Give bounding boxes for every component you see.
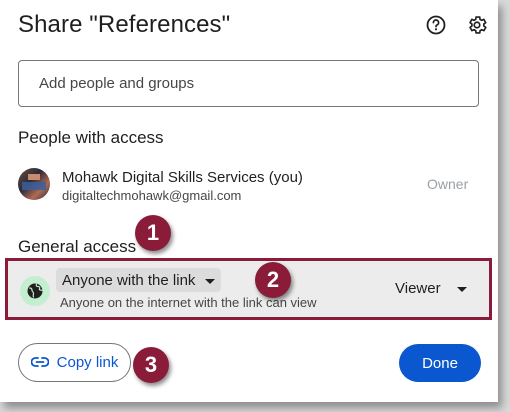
annotation-badge-3: 3 <box>133 347 169 383</box>
viewer-role-dropdown[interactable]: Viewer <box>395 280 467 297</box>
caret-down-icon <box>205 272 216 289</box>
share-dialog: Share "References" Add people and groups… <box>0 0 498 402</box>
link-icon <box>30 354 50 371</box>
add-people-placeholder: Add people and groups <box>39 75 195 92</box>
copy-link-button[interactable]: Copy link <box>18 343 131 382</box>
avatar <box>18 168 50 200</box>
done-label: Done <box>422 354 458 372</box>
dialog-title: Share "References" <box>18 11 231 38</box>
owner-role-label: Owner <box>427 176 469 192</box>
general-access-dropdown[interactable]: Anyone with the link <box>56 268 222 292</box>
caret-down-icon <box>456 280 467 297</box>
general-access-selected: Anyone with the link <box>62 271 196 289</box>
copy-link-label: Copy link <box>56 354 119 371</box>
help-icon[interactable] <box>425 14 447 36</box>
person-name: Mohawk Digital Skills Services (you) <box>62 169 303 186</box>
annotation-badge-1: 1 <box>135 215 171 251</box>
gear-icon[interactable] <box>466 14 488 36</box>
add-people-input[interactable]: Add people and groups <box>18 60 479 107</box>
done-button[interactable]: Done <box>399 344 481 382</box>
viewer-role-label: Viewer <box>395 280 441 297</box>
general-access-heading: General access <box>18 237 137 256</box>
person-email: digitaltechmohawk@gmail.com <box>62 188 242 203</box>
people-with-access-heading: People with access <box>18 128 164 147</box>
annotation-badge-2: 2 <box>255 262 291 298</box>
globe-icon <box>20 276 50 306</box>
